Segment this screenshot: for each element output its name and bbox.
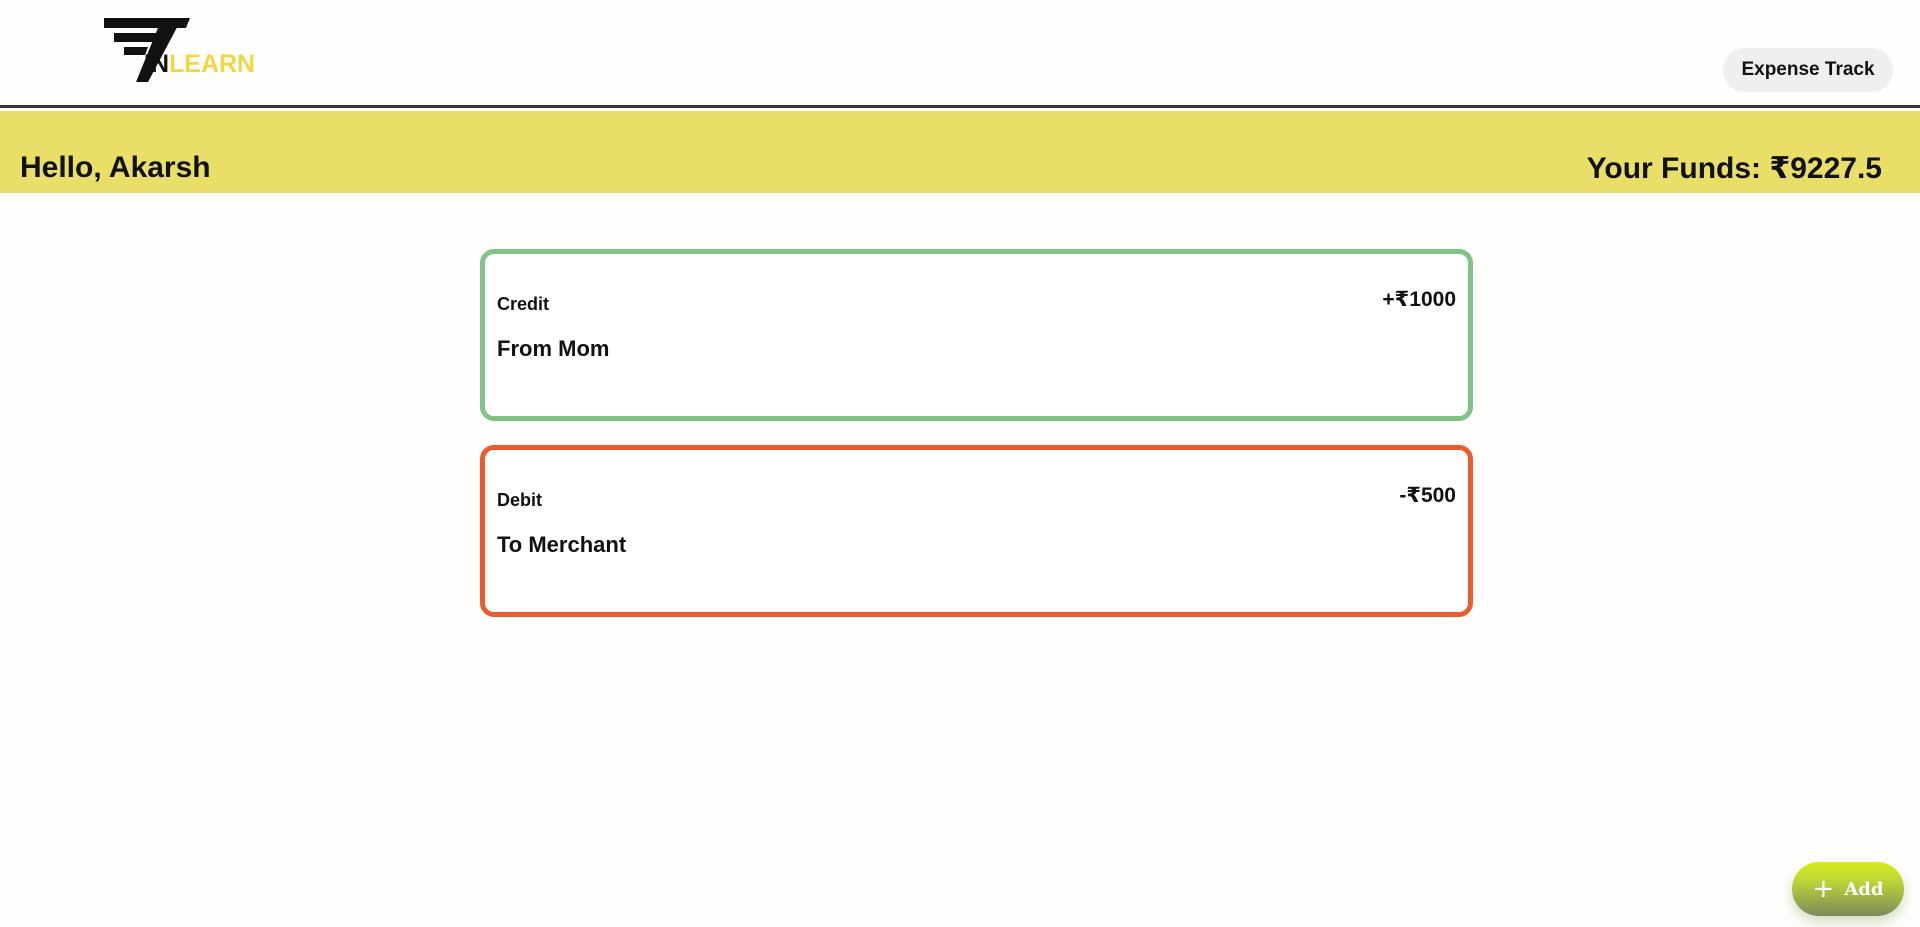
transaction-card-debit[interactable]: Debit To Merchant -₹500	[480, 445, 1473, 617]
logo-wordmark: INLEARN	[144, 50, 255, 79]
transaction-description: From Mom	[497, 336, 610, 361]
transaction-card-credit[interactable]: Credit From Mom +₹1000	[480, 249, 1473, 421]
logo-text-learn: LEARN	[169, 50, 256, 78]
transaction-type: Credit	[497, 294, 550, 314]
funds-balance: Your Funds: ₹9227.5	[1586, 152, 1882, 185]
greeting-text: Hello, Akarsh	[20, 151, 211, 184]
top-navbar: INLEARN Expense Track	[0, 0, 1920, 108]
expense-track-button[interactable]: Expense Track	[1723, 48, 1893, 92]
logo-text-in: IN	[144, 50, 169, 78]
transaction-amount: +₹1000	[1382, 288, 1456, 311]
add-transaction-button[interactable]: + Add	[1792, 862, 1904, 916]
transaction-type: Debit	[497, 490, 542, 510]
transaction-amount: -₹500	[1399, 484, 1456, 507]
greeting-banner: Hello, Akarsh Your Funds: ₹9227.5	[0, 111, 1920, 193]
plus-icon: +	[1812, 874, 1835, 904]
finlearn-logo[interactable]: INLEARN	[104, 18, 255, 82]
add-button-label: Add	[1844, 878, 1884, 900]
transaction-description: To Merchant	[497, 532, 627, 557]
